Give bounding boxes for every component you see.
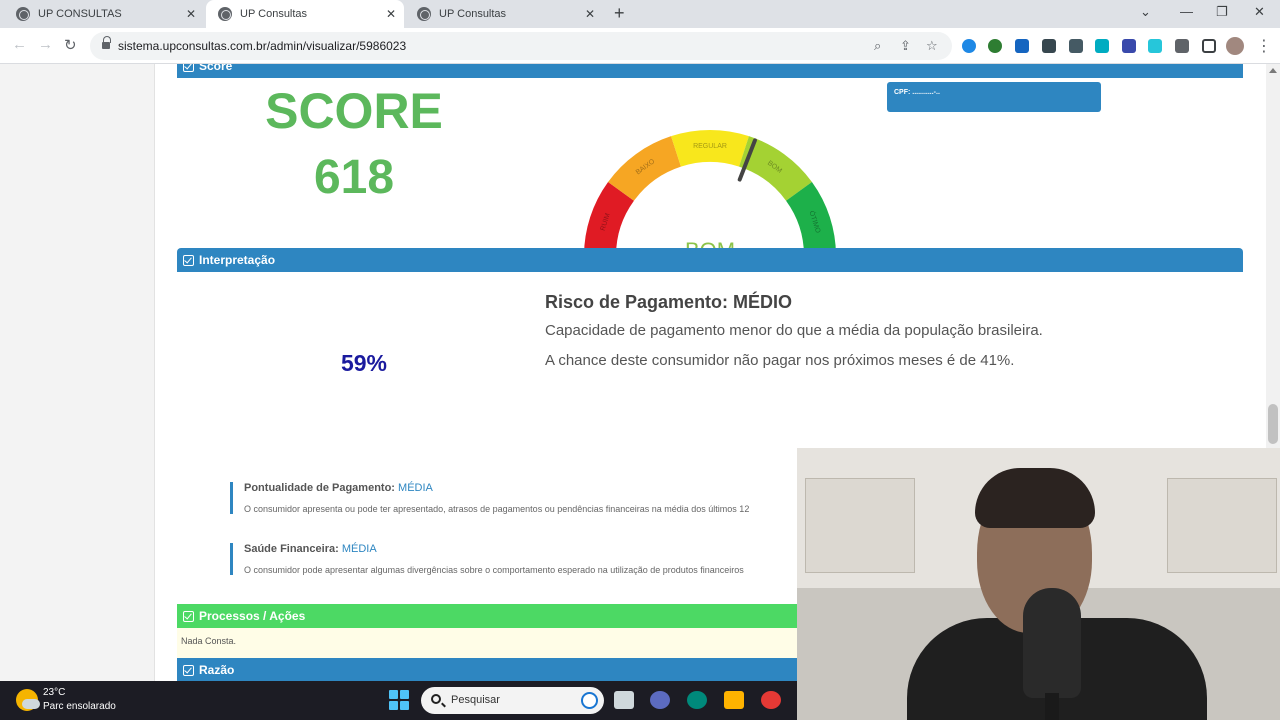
- bing-icon[interactable]: [581, 692, 598, 709]
- side-panel-icon[interactable]: [1202, 39, 1216, 53]
- task-view-icon[interactable]: [614, 691, 634, 709]
- close-window-icon[interactable]: ✕: [1254, 4, 1265, 20]
- share-icon[interactable]: ⇪: [900, 38, 911, 54]
- webcam-cabinet: [1167, 478, 1277, 573]
- close-icon[interactable]: ✕: [186, 7, 196, 21]
- pontualidade-text: O consumidor apresenta ou pode ter apres…: [244, 504, 750, 514]
- off-extension-icon[interactable]: [1042, 39, 1056, 53]
- razao-header: Razão: [177, 658, 797, 681]
- lock-icon: [102, 36, 111, 50]
- new-tab-icon[interactable]: +: [614, 3, 625, 24]
- gauge-segment-label: REGULAR: [693, 143, 727, 150]
- bookmark-star-icon[interactable]: ☆: [926, 38, 938, 54]
- address-bar[interactable]: sistema.upconsultas.com.br/admin/visuali…: [90, 32, 952, 60]
- check-square-icon: [183, 64, 194, 72]
- taskbar-search[interactable]: Pesquisar: [421, 687, 604, 714]
- teams-chat-icon[interactable]: [650, 691, 670, 709]
- profile-avatar[interactable]: [1226, 37, 1244, 55]
- windows-taskbar: 23°C Parc ensolarado Pesquisar: [0, 681, 797, 720]
- saude-label: Saúde Financeira:: [244, 543, 339, 555]
- processos-header: Processos / Ações: [177, 604, 797, 628]
- weather-temperature[interactable]: 23°C: [43, 687, 65, 698]
- plus-extension-icon[interactable]: [988, 39, 1002, 53]
- menu-kebab-icon[interactable]: ⋮: [1256, 36, 1272, 56]
- zoom-icon[interactable]: ⌕: [874, 38, 881, 54]
- globe-icon: [218, 7, 232, 21]
- webcam-overlay: [797, 448, 1280, 720]
- score-title: SCORE: [265, 83, 443, 139]
- browser-toolbar: ← → ↻ sistema.upconsultas.com.br/admin/v…: [0, 28, 1280, 64]
- check-square-icon: [183, 664, 194, 676]
- scroll-up-arrow-icon[interactable]: [1269, 68, 1277, 73]
- tab-title: UP Consultas: [240, 8, 308, 20]
- close-icon[interactable]: ✕: [386, 7, 396, 21]
- weather-icon[interactable]: [16, 689, 40, 711]
- taskbar-search-placeholder: Pesquisar: [451, 694, 500, 706]
- globe-icon: [16, 7, 30, 21]
- maximize-icon[interactable]: ❐: [1216, 4, 1228, 20]
- back-icon[interactable]: ←: [12, 36, 27, 53]
- vimeo-extension-icon[interactable]: [1095, 39, 1109, 53]
- search-icon: [431, 694, 441, 704]
- interpretacao-header-label: Interpretação: [199, 253, 276, 267]
- saude-heading: Saúde Financeira: MÉDIA: [244, 543, 800, 555]
- razao-header-label: Razão: [199, 663, 235, 677]
- probability-percentage: 59%: [340, 350, 388, 376]
- risk-description-1: Capacidade de pagamento menor do que a m…: [545, 322, 1043, 339]
- bolt-extension-icon[interactable]: [1122, 39, 1136, 53]
- screen-extension-icon[interactable]: [1015, 39, 1029, 53]
- processos-header-label: Processos / Ações: [199, 609, 306, 623]
- tab-up-consultas-3[interactable]: UP Consultas ✕: [405, 0, 603, 28]
- tab-up-consultas-2[interactable]: UP Consultas ✕: [206, 0, 404, 28]
- scroll-thumb[interactable]: [1268, 404, 1278, 444]
- tab-strip: UP CONSULTAS ✕ UP Consultas ✕ UP Consult…: [0, 0, 1280, 28]
- score-section-header: Score: [177, 64, 1243, 78]
- reload-icon[interactable]: ↻: [64, 36, 77, 54]
- tab-up-consultas-1[interactable]: UP CONSULTAS ✕: [4, 0, 204, 28]
- file-explorer-icon[interactable]: [724, 691, 744, 709]
- tab-title: UP Consultas: [439, 8, 507, 20]
- url-text: sistema.upconsultas.com.br/admin/visuali…: [118, 39, 407, 53]
- saude-block: Saúde Financeira: MÉDIA O consumidor pod…: [230, 543, 800, 575]
- risk-title: Risco de Pagamento: MÉDIO: [545, 292, 793, 312]
- check-square-icon: [183, 610, 194, 622]
- saude-text: O consumidor pode apresentar algumas div…: [244, 565, 744, 575]
- pontualidade-label: Pontualidade de Pagamento:: [244, 482, 395, 494]
- check-square-icon: [183, 254, 194, 266]
- cloud-extension-icon[interactable]: [962, 39, 976, 53]
- minimize-icon[interactable]: —: [1180, 4, 1193, 19]
- admin-sidebar: [0, 64, 155, 681]
- saude-value: MÉDIA: [341, 543, 377, 555]
- opera-icon[interactable]: [761, 691, 781, 709]
- score-header-label: Score: [199, 64, 233, 73]
- risk-description-2: A chance deste consumidor não pagar nos …: [545, 352, 1015, 369]
- tab-title: UP CONSULTAS: [38, 8, 122, 20]
- windows-start-icon[interactable]: [389, 690, 409, 710]
- microphone-stand: [1045, 693, 1059, 720]
- webcam-person-hair: [975, 468, 1095, 528]
- edge-icon[interactable]: [687, 691, 707, 709]
- score-value: 618: [313, 151, 395, 204]
- globe-icon: [417, 7, 431, 21]
- close-icon[interactable]: ✕: [585, 7, 595, 21]
- pontualidade-block: Pontualidade de Pagamento: MÉDIA O consu…: [230, 482, 800, 514]
- webcam-cabinet: [805, 478, 915, 573]
- pontualidade-heading: Pontualidade de Pagamento: MÉDIA: [244, 482, 800, 494]
- js-extension-icon[interactable]: [1069, 39, 1083, 53]
- cpf-box: CPF: ...........-..: [887, 82, 1101, 112]
- processos-content: Nada Consta.: [177, 628, 797, 658]
- cpf-label: CPF: ...........-..: [894, 89, 940, 96]
- weather-description[interactable]: Parc ensolarado: [43, 701, 116, 712]
- tab-search-icon[interactable]: ⌄: [1140, 4, 1151, 20]
- pontualidade-value: MÉDIA: [398, 482, 433, 494]
- s-extension-icon[interactable]: [1148, 39, 1162, 53]
- forward-icon[interactable]: →: [38, 36, 53, 53]
- puzzle-extensions-icon[interactable]: [1175, 39, 1189, 53]
- microphone: [1023, 588, 1081, 698]
- interpretacao-header: Interpretação: [177, 248, 1243, 272]
